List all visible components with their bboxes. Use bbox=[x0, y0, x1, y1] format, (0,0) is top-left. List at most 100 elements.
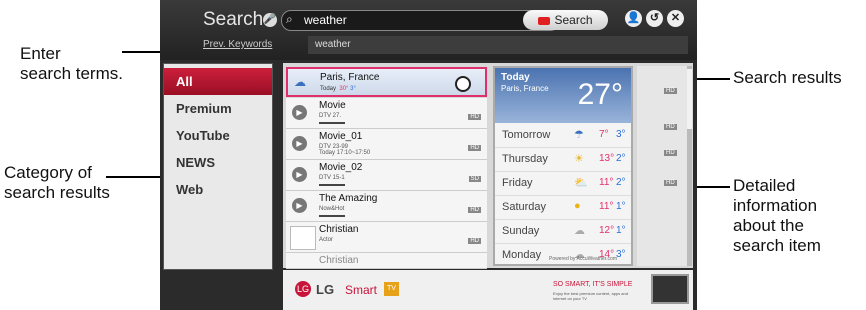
banner-slogan: SO SMART, IT'S SIMPLE bbox=[553, 281, 633, 288]
forecast-low: 2° bbox=[616, 177, 626, 188]
forecast-day: Saturday bbox=[502, 201, 547, 213]
cloud-icon: ☁ bbox=[574, 225, 585, 237]
prev-keywords-label[interactable]: Prev. Keywords bbox=[203, 39, 272, 50]
forecast-low: 1° bbox=[616, 225, 626, 236]
tv-badge-icon: TV bbox=[384, 282, 399, 296]
callout-category-line1: Category of bbox=[4, 163, 92, 182]
quality-badge: HD bbox=[468, 145, 481, 151]
list-item[interactable]: ▶ Movie DTV 27. HD bbox=[286, 98, 487, 129]
weather-detail-panel: Today Paris, France 27° Tomorrow ☂ 7° 3°… bbox=[493, 66, 633, 268]
result-subtitle: DTV 15-1 bbox=[319, 175, 345, 181]
forecast-high: 7° bbox=[599, 129, 609, 140]
quality-badge: HD bbox=[468, 114, 481, 120]
play-icon: ▶ bbox=[292, 198, 307, 213]
quality-badge: HD bbox=[468, 238, 481, 244]
category-news[interactable]: NEWS bbox=[164, 149, 272, 176]
user-icon[interactable]: 👤 bbox=[625, 10, 642, 27]
tv-image bbox=[651, 274, 689, 304]
search-icon: ⌕ bbox=[286, 12, 293, 26]
search-input[interactable]: ⌕ weather bbox=[281, 10, 560, 31]
play-icon: ▶ bbox=[292, 167, 307, 182]
moon-icon bbox=[455, 76, 471, 92]
progress-bar bbox=[319, 215, 345, 217]
result-subtitle: DTV 23-99 Today 17:10~17:50 bbox=[319, 144, 371, 156]
quality-badge: HD bbox=[664, 124, 677, 130]
category-web[interactable]: Web bbox=[164, 176, 272, 203]
weather-header: Today Paris, France 27° bbox=[495, 68, 631, 123]
search-button-label: Search bbox=[554, 13, 593, 27]
result-subtitle: Actor bbox=[319, 237, 334, 243]
category-youtube[interactable]: YouTube bbox=[164, 122, 272, 149]
play-icon: ▶ bbox=[292, 105, 307, 120]
result-high: 30° bbox=[339, 86, 349, 92]
callout-category-line2: search results bbox=[4, 183, 110, 202]
result-title: Christian bbox=[319, 255, 359, 266]
search-input-value: weather bbox=[304, 13, 347, 27]
result-paris-weather[interactable]: ☁ Paris, France Today 30° 3° bbox=[286, 67, 487, 97]
forecast-day: Tomorrow bbox=[502, 129, 551, 141]
quality-badge: SD bbox=[468, 176, 481, 182]
forecast-day: Thursday bbox=[502, 153, 548, 165]
lg-brand-text: LG bbox=[316, 282, 335, 297]
result-subtitle: Today 30° 3° bbox=[320, 86, 356, 92]
youtube-icon bbox=[538, 16, 551, 25]
list-item[interactable]: ▶ The Amazing Now&Hot HD bbox=[286, 191, 487, 222]
forecast-row: Saturday ● 11° 1° bbox=[495, 196, 631, 220]
list-item[interactable]: ▶ Movie_01 DTV 23-99 Today 17:10~17:50 H… bbox=[286, 129, 487, 160]
callout-enter-line1: Enter bbox=[20, 44, 61, 63]
search-results: ☁ Paris, France Today 30° 3° ▶ Movie DTV… bbox=[283, 63, 693, 269]
result-title: Movie_01 bbox=[319, 131, 363, 142]
back-icon[interactable]: ↺ bbox=[646, 10, 663, 27]
quality-badge: HD bbox=[664, 150, 677, 156]
result-title: Movie bbox=[319, 100, 346, 111]
lg-logo-icon: LG bbox=[295, 281, 311, 297]
results-scrollbar[interactable] bbox=[687, 66, 692, 266]
forecast-high: 12° bbox=[599, 225, 615, 236]
result-title: Paris, France bbox=[320, 72, 380, 83]
thumbnail-image bbox=[290, 226, 316, 250]
result-subtitle: DTV 27. bbox=[319, 113, 342, 119]
weather-day: Today bbox=[501, 72, 530, 83]
list-item[interactable]: ▶ Movie_02 DTV 15-1 SD bbox=[286, 160, 487, 191]
search-button[interactable]: Search bbox=[523, 10, 608, 30]
powered-by-label: Powered by AccuWeather.com bbox=[549, 256, 617, 262]
rain-sun-icon: ☀ bbox=[574, 153, 584, 165]
lg-smart-tv-banner[interactable]: LG LG Smart TV SO SMART, IT'S SIMPLE Enj… bbox=[283, 270, 693, 310]
forecast-low: 2° bbox=[616, 153, 626, 164]
forecast-high: 13° bbox=[599, 153, 615, 164]
smart-text: Smart bbox=[345, 283, 378, 297]
close-icon[interactable]: ✕ bbox=[667, 10, 684, 27]
play-icon: ▶ bbox=[292, 136, 307, 151]
partly-cloudy-icon: ⛅ bbox=[574, 177, 588, 189]
quality-badge: HD bbox=[664, 88, 677, 94]
weather-temp: 27° bbox=[577, 78, 623, 111]
result-subtitle: Now&Hot bbox=[319, 206, 345, 212]
search-header: Search 🎤 ⌕ weather Search 👤 ↺ ✕ Prev. Ke… bbox=[160, 0, 697, 60]
category-premium[interactable]: Premium bbox=[164, 95, 272, 122]
scrollbar-thumb[interactable] bbox=[687, 69, 692, 129]
microphone-icon[interactable]: 🎤 bbox=[263, 13, 277, 27]
forecast-low: 1° bbox=[616, 201, 626, 212]
result-title: The Amazing bbox=[319, 193, 378, 204]
forecast-row: Tomorrow ☂ 7° 3° bbox=[495, 124, 631, 148]
callout-detail-line3: about the bbox=[733, 216, 804, 235]
category-list: All Premium YouTube NEWS Web bbox=[163, 63, 273, 270]
forecast-row: Thursday ☀ 13° 2° bbox=[495, 148, 631, 172]
sun-icon: ● bbox=[574, 200, 581, 212]
prev-keyword-item[interactable]: weather bbox=[315, 39, 351, 50]
result-title: Movie_02 bbox=[319, 162, 363, 173]
quality-badge: HD bbox=[664, 180, 677, 186]
tv-screen: Search 🎤 ⌕ weather Search 👤 ↺ ✕ Prev. Ke… bbox=[160, 0, 697, 310]
quality-badge: HD bbox=[468, 207, 481, 213]
progress-bar bbox=[319, 184, 345, 186]
list-item[interactable]: Christian Actor HD bbox=[286, 222, 487, 253]
category-all[interactable]: All bbox=[164, 68, 272, 95]
list-item[interactable]: Christian bbox=[286, 253, 487, 269]
progress-bar bbox=[319, 122, 345, 124]
callout-category: Category of search results bbox=[4, 163, 110, 203]
forecast-day: Friday bbox=[502, 177, 533, 189]
forecast-day: Monday bbox=[502, 249, 542, 261]
rain-icon: ☂ bbox=[574, 129, 584, 141]
callout-results: Search results bbox=[733, 68, 842, 87]
forecast-low: 3° bbox=[616, 249, 626, 260]
